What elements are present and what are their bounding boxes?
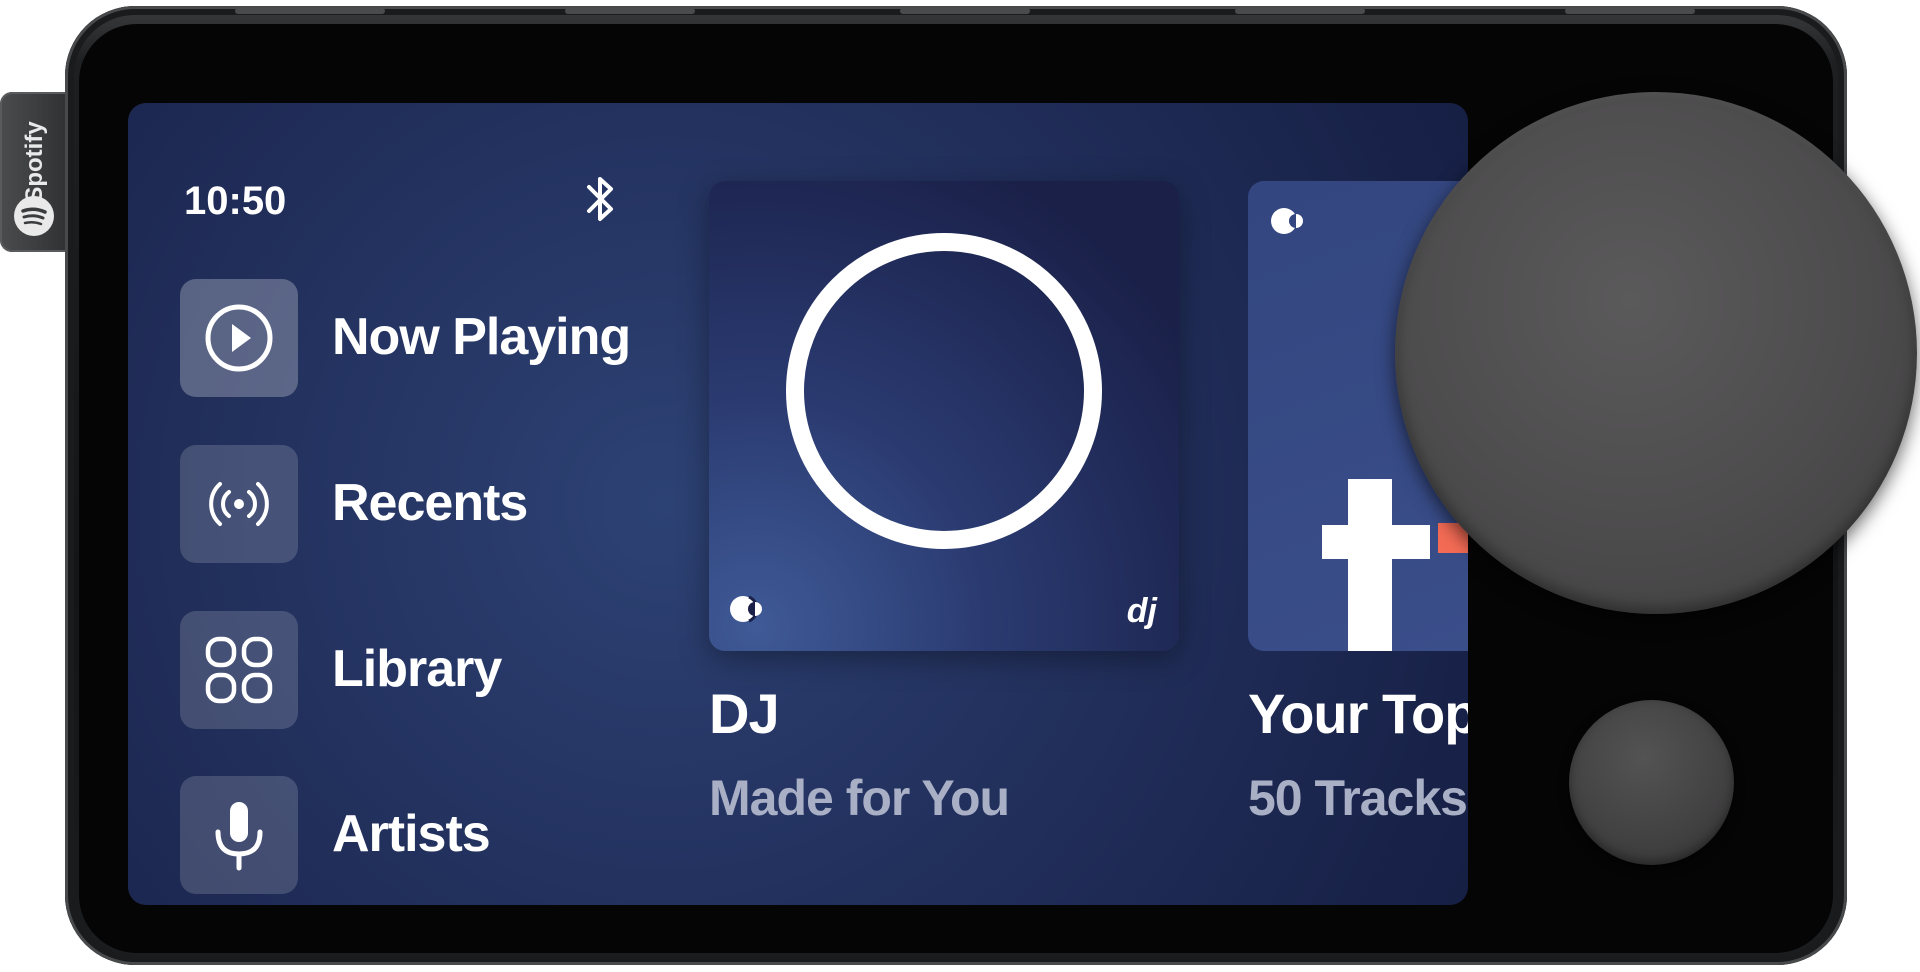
dj-logo-icon [1271,208,1303,234]
dj-ring-art [730,233,1102,623]
clock: 10:50 [184,179,287,223]
card-title: Your Top [1248,682,1468,745]
card-subtitle: Made for You [709,770,1010,826]
dj-logo-icon [730,595,762,623]
rotary-dial-knob[interactable] [1395,92,1917,614]
nav-label: Recents [332,474,528,532]
nav-label: Library [332,640,502,698]
nav-tile [180,445,298,563]
card-subtitle: 50 Tracks [1248,770,1468,826]
nav-now-playing[interactable]: Now Playing [180,279,640,397]
nav-artists[interactable]: Artists [180,776,640,894]
nav-tile [180,776,298,894]
bluetooth-icon [584,173,618,230]
top-ridge [900,8,1030,14]
nav-label: Now Playing [332,308,631,366]
back-button[interactable] [1569,700,1734,865]
nav-label: Artists [332,805,491,863]
spotify-logo-icon [14,196,54,236]
nav-library[interactable]: Library [180,611,640,729]
spotify-brand-tab: Spotify [0,92,70,252]
nav-tile [180,611,298,729]
device-stage: Spotify 10:50 Now Playing Recents Librar… [0,0,1920,972]
screen: 10:50 Now Playing Recents Library Artist… [128,103,1468,905]
spotify-wordmark: Spotify [21,121,48,203]
nav-recents[interactable]: Recents [180,445,640,563]
card-title: DJ [709,682,780,745]
nav-tile [180,279,298,397]
top-ridge [1565,8,1695,14]
top-ridge [1235,8,1365,14]
top-ridge [565,8,695,14]
dj-badge: dj [1126,592,1157,630]
dj-card-art[interactable]: dj [709,181,1179,651]
top-ridge [235,8,385,14]
